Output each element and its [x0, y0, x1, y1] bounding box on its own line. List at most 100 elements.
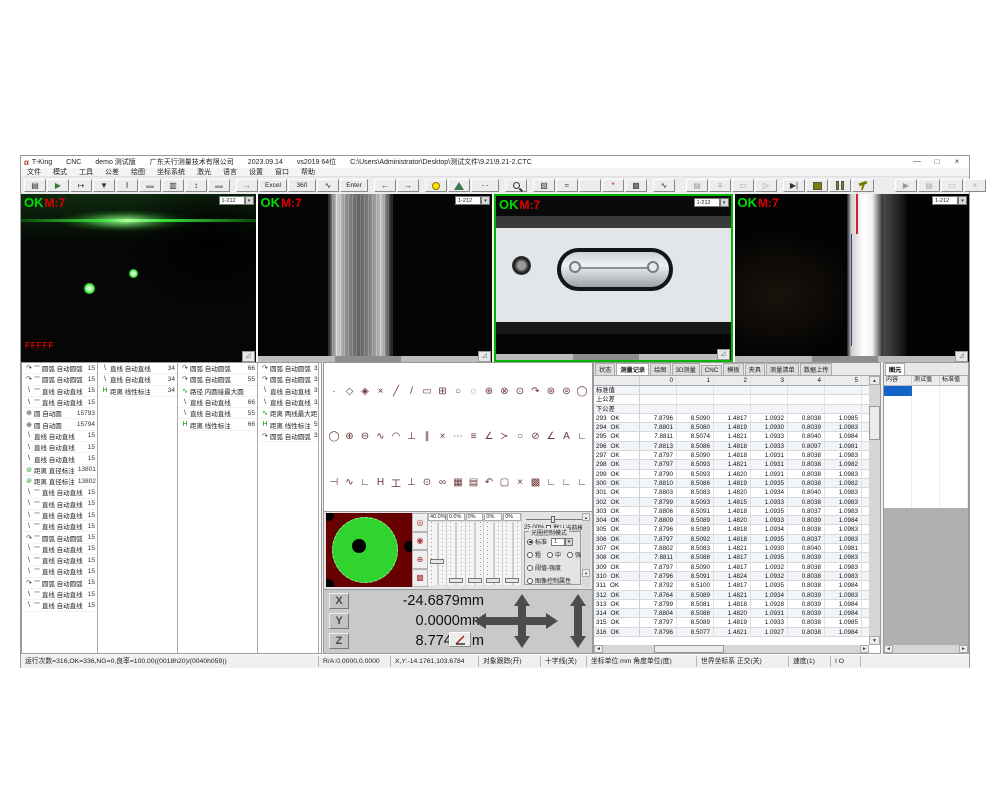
table-row[interactable]: 300OK7.88108.50861.48191.09350.80381.098… [594, 479, 869, 488]
radio-standard[interactable] [527, 539, 533, 545]
toolbar-laser-wave-button[interactable]: ≈ [556, 179, 578, 192]
tool-icon[interactable]: ⊕ [344, 431, 356, 443]
toolbar-folder-button[interactable]: ▭ [732, 179, 754, 192]
camera-corner-icon[interactable]: ◿ [717, 349, 730, 360]
tool-icon[interactable]: ⊥ [406, 431, 418, 443]
camera-hscrollbar[interactable] [735, 356, 956, 362]
toolbar-arrow-right-button[interactable]: → [397, 179, 419, 192]
camera-hscrollbar[interactable] [258, 356, 479, 362]
toolbar-new-button[interactable]: ▤ [24, 179, 46, 192]
standard-dropdown[interactable]: 1▾ [551, 538, 573, 546]
tool-icon[interactable]: ▢ [499, 476, 511, 488]
tool-icon[interactable]: 工 [390, 476, 402, 488]
list-item[interactable]: H距离 线性标注34 [98, 386, 177, 397]
list-item[interactable]: \***直线 自动直线15 [22, 566, 97, 577]
menu-item-3[interactable]: 公差 [99, 167, 125, 177]
table-row[interactable]: 296OK7.88138.50861.48181.09330.80971.098… [594, 442, 869, 451]
camera-hscrollbar[interactable] [496, 354, 717, 360]
tool-icon[interactable]: × [375, 386, 387, 398]
tool-icon[interactable]: ⊜ [561, 386, 573, 398]
list-item[interactable]: \***直线 自动直线15 [22, 600, 97, 611]
list-item[interactable]: ⊘距离 直径标注13802 [22, 476, 97, 487]
tool-icon[interactable]: ⊞ [437, 386, 449, 398]
light-selector-1-icon[interactable]: ◉ [412, 532, 428, 551]
list-item[interactable]: ↷圆弧 自动圆弧32 [258, 363, 318, 374]
minimize-button[interactable]: — [909, 157, 925, 167]
jog-controls[interactable] [474, 592, 592, 650]
radio-threshold[interactable] [527, 565, 533, 571]
list-item[interactable]: ↷***圆弧 自动圆弧15 [22, 532, 97, 543]
master-light-slider[interactable] [526, 516, 582, 522]
table-row[interactable]: 308OK7.88118.50881.48171.09350.80391.098… [594, 553, 869, 562]
list-item[interactable]: ↷***圆弧 自动圆弧15 [22, 578, 97, 589]
list-item[interactable]: ↷圆弧 自动圆弧32 [258, 374, 318, 385]
tool-icon[interactable]: ∟ [545, 476, 557, 488]
tool-icon[interactable]: ◯ [576, 386, 588, 398]
list-item[interactable]: \直线 自动直线15 [22, 431, 97, 442]
table-row[interactable]: 298OK7.87978.50931.48211.09310.80381.098… [594, 460, 869, 469]
toolbar-edge-button[interactable]: Ⅰ [116, 179, 138, 192]
tool-icon[interactable]: ⊣ [328, 476, 340, 488]
tool-icon[interactable]: × [437, 431, 449, 443]
toolbar-gray-1-button[interactable]: ▬ [139, 179, 161, 192]
toolbar-enter-button[interactable]: Enter [340, 179, 368, 192]
list-item[interactable]: \***直线 自动直线15 [22, 510, 97, 521]
tool-icon[interactable]: ▦ [452, 476, 464, 488]
list-item[interactable]: ∿距离 两线最大距离55 [258, 408, 318, 419]
menu-item-4[interactable]: 绘图 [125, 167, 151, 177]
toolbar-open-2-button[interactable]: ▭ [941, 179, 963, 192]
close-button[interactable]: × [949, 157, 965, 167]
tool-icon[interactable]: ≡ [468, 431, 480, 443]
table-row[interactable]: 304OK7.88098.50891.48201.09330.80391.098… [594, 516, 869, 525]
list-item[interactable]: ⊕圆 自动圆15793 [22, 408, 97, 419]
list-item[interactable]: ↷***圆弧 自动圆弧15 [22, 363, 97, 374]
tool-icon[interactable]: ⋯ [452, 431, 464, 443]
tool-icon[interactable]: ∿ [375, 431, 387, 443]
vscroll-thumb[interactable] [869, 406, 880, 440]
tool-icon[interactable]: ⊙ [514, 386, 526, 398]
tab-4[interactable]: CNC [701, 365, 722, 375]
table-row[interactable]: 306OK7.87978.50921.48181.09350.80371.098… [594, 535, 869, 544]
list-item[interactable]: ↷圆弧 自动圆弧32 [258, 431, 318, 442]
toolbar-save-run-button[interactable]: ▤ [686, 179, 708, 192]
tool-icon[interactable]: ∞ [437, 476, 449, 488]
toolbar-blank-button[interactable] [579, 179, 601, 192]
list-item[interactable]: \直线 自动直线34 [98, 363, 177, 374]
tool-icon[interactable]: ◯ [328, 431, 340, 443]
table-row[interactable]: 297OK7.87978.50901.48181.09310.80381.098… [594, 451, 869, 460]
tool-icon[interactable]: ∟ [359, 476, 371, 488]
menu-item-5[interactable]: 坐标系统 [151, 167, 191, 177]
tab-1[interactable]: 测量记录 [616, 363, 649, 375]
light-slider-0[interactable]: 40.0% [428, 513, 447, 587]
slider-thumb[interactable] [468, 578, 482, 583]
table-row[interactable]: 311OK7.87928.51001.48171.09350.80381.098… [594, 581, 869, 590]
tool-icon[interactable]: ∥ [421, 431, 433, 443]
light-slider-2[interactable]: 0% [466, 513, 485, 587]
scroll-left-icon[interactable]: ◄ [594, 645, 603, 653]
camera-view-4[interactable]: OKM:7 1-212▾ ◿ [735, 194, 970, 362]
tool-icon[interactable]: ≻ [499, 431, 511, 443]
tool-icon[interactable]: ∟ [576, 476, 588, 488]
radio-strong[interactable] [567, 552, 573, 558]
slider-track[interactable] [447, 522, 465, 585]
tool-icon[interactable]: ▭ [421, 386, 433, 398]
tab-8[interactable]: 数据上传 [800, 363, 833, 375]
list-item[interactable]: ↷***圆弧 自动圆弧15 [22, 374, 97, 385]
light-slider-1[interactable]: 0.0% [447, 513, 466, 587]
tool-icon[interactable]: ▩ [530, 476, 542, 488]
menu-item-2[interactable]: 工具 [73, 167, 99, 177]
menu-item-1[interactable]: 模式 [47, 167, 73, 177]
selected-cell[interactable] [884, 386, 912, 396]
list-item[interactable]: \***直线 自动直线15 [22, 555, 97, 566]
scroll-up-icon[interactable]: ▲ [869, 376, 880, 385]
maximize-button[interactable]: □ [929, 157, 945, 167]
light-selector-0-icon[interactable]: ◎ [412, 513, 428, 532]
toolbar-profile-button[interactable]: ∿ [317, 179, 339, 192]
ring-light-circle[interactable] [332, 517, 398, 583]
dropdown-arrow-icon[interactable]: ▾ [958, 196, 967, 205]
list-item[interactable]: \直线 自动直线66 [178, 397, 257, 408]
tool-icon[interactable]: ⊖ [359, 431, 371, 443]
toolbar-play-gray-button[interactable]: ▷ [755, 179, 777, 192]
toolbar-excel-button[interactable]: Excel [259, 179, 287, 192]
tool-icon[interactable]: ↷ [530, 386, 542, 398]
